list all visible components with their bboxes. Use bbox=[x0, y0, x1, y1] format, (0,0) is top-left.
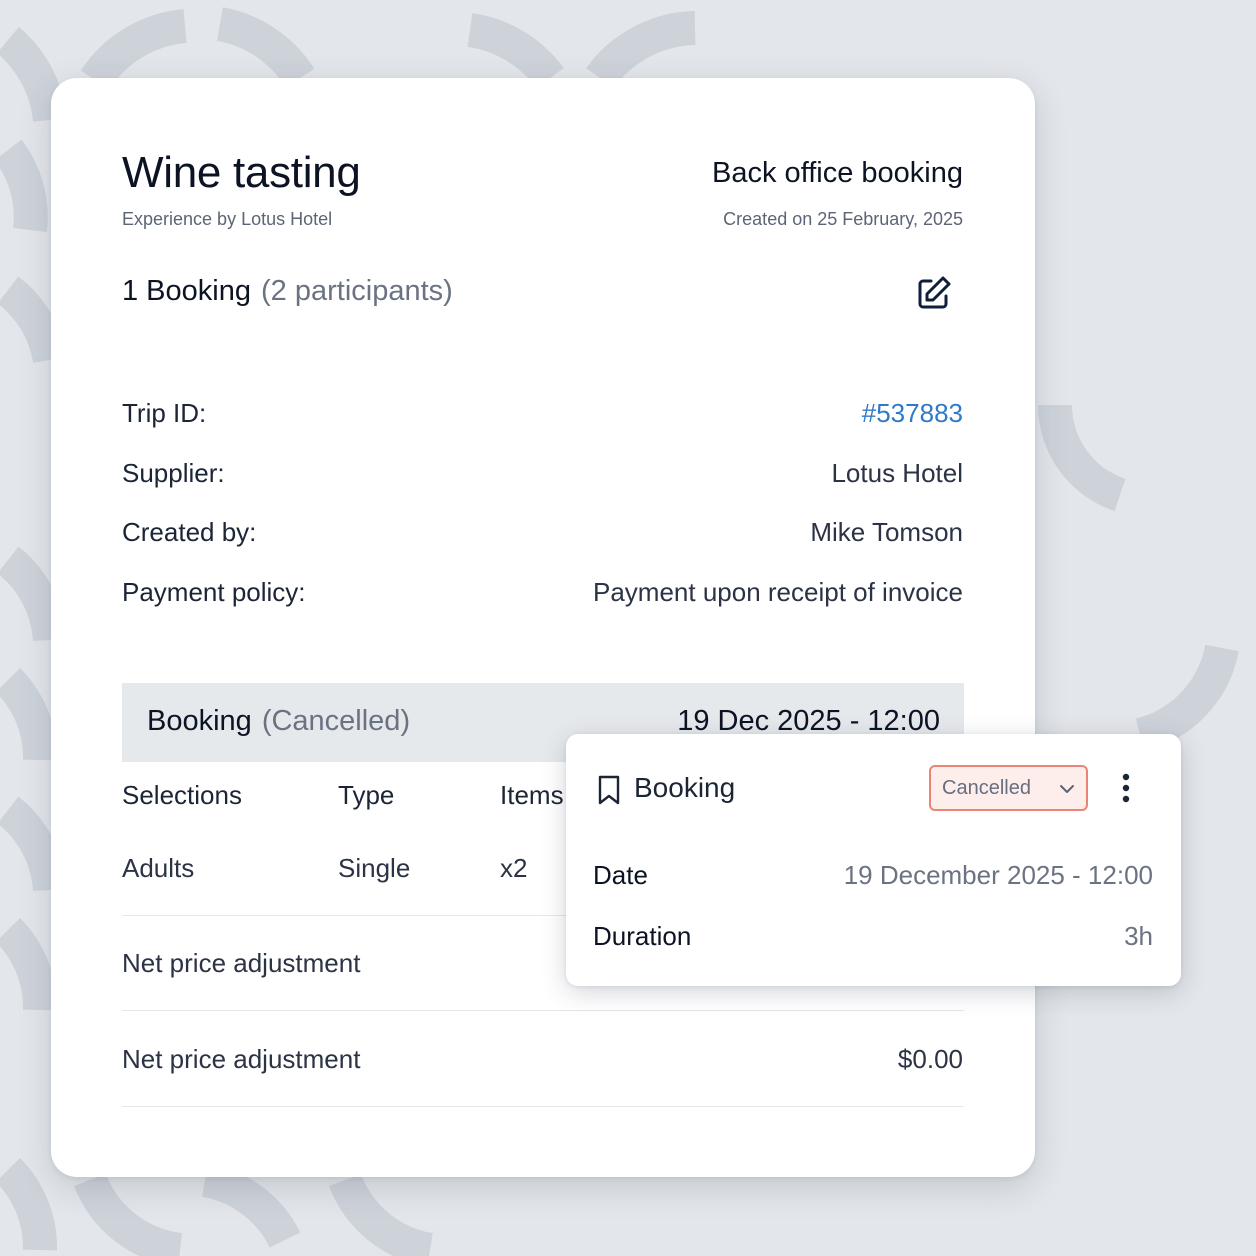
edit-icon bbox=[918, 276, 951, 309]
supplier-value: Lotus Hotel bbox=[831, 458, 963, 488]
booking-count: 1 Booking (2 participants) bbox=[122, 275, 453, 308]
page-title: Wine tasting bbox=[122, 148, 361, 197]
booking-popover: Booking Cancelled Date 19 December 2025 … bbox=[566, 734, 1181, 986]
edit-button[interactable] bbox=[915, 274, 953, 312]
table-cell-type: Single bbox=[338, 853, 411, 883]
popover-date-value: 19 December 2025 - 12:00 bbox=[843, 860, 1153, 890]
bookmark-icon bbox=[598, 775, 620, 805]
booking-section-label: Booking bbox=[147, 705, 252, 737]
status-dropdown[interactable]: Cancelled bbox=[929, 765, 1088, 811]
payment-policy-label: Payment policy: bbox=[122, 577, 306, 607]
booking-source: Back office booking bbox=[712, 157, 963, 189]
supplier-label: Supplier: bbox=[122, 458, 225, 488]
trip-id-label: Trip ID: bbox=[122, 398, 207, 428]
column-header-items: Items bbox=[500, 780, 564, 810]
table-cell-items: x2 bbox=[500, 853, 528, 883]
divider bbox=[122, 1106, 964, 1107]
payment-policy-value: Payment upon receipt of invoice bbox=[593, 577, 963, 607]
net-price-adjustment-label-1: Net price adjustment bbox=[122, 948, 361, 978]
popover-date-label: Date bbox=[593, 860, 648, 890]
status-selected-value: Cancelled bbox=[942, 777, 1031, 799]
column-header-selections: Selections bbox=[122, 780, 242, 810]
participants-count: (2 participants) bbox=[261, 275, 453, 307]
column-header-type: Type bbox=[338, 780, 395, 810]
experience-provider: Experience by Lotus Hotel bbox=[122, 209, 333, 229]
popover-title: Booking bbox=[634, 772, 736, 803]
created-by-label: Created by: bbox=[122, 517, 257, 547]
booking-details-card: Wine tasting Experience by Lotus Hotel B… bbox=[51, 78, 1035, 1177]
created-by-value: Mike Tomson bbox=[810, 517, 963, 547]
net-price-adjustment-amount: $0.00 bbox=[897, 1044, 963, 1074]
booking-section-title: Booking (Cancelled) bbox=[147, 705, 410, 738]
popover-duration-label: Duration bbox=[593, 921, 692, 951]
popover-duration-value: 3h bbox=[1124, 921, 1153, 951]
more-vertical-icon bbox=[1122, 773, 1130, 803]
net-price-adjustment-label-2: Net price adjustment bbox=[122, 1044, 361, 1074]
table-cell-selection: Adults bbox=[122, 853, 195, 883]
more-options-button[interactable] bbox=[1116, 772, 1136, 806]
chevron-down-icon bbox=[1060, 785, 1074, 793]
booking-count-label: 1 Booking bbox=[122, 275, 251, 307]
trip-id-link[interactable]: #537883 bbox=[862, 398, 963, 429]
created-date: Created on 25 February, 2025 bbox=[723, 209, 963, 229]
divider bbox=[122, 1010, 964, 1011]
booking-status-text: (Cancelled) bbox=[261, 705, 411, 737]
